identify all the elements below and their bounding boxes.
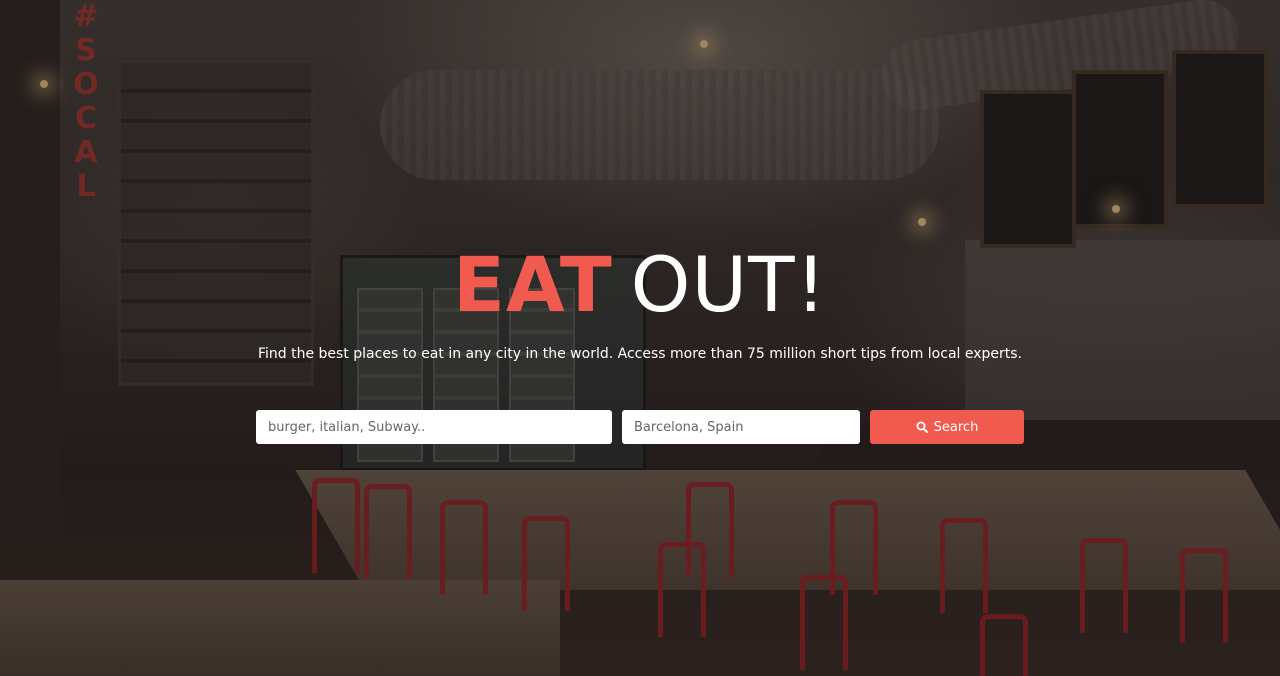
hero-content: EAT OUT! Find the best places to eat in a… (0, 0, 1280, 676)
search-button-label: Search (933, 419, 979, 435)
page-title: EAT OUT! (0, 240, 1280, 330)
search-query-input[interactable] (256, 410, 612, 444)
title-rest: OUT! (630, 240, 828, 329)
hero-section: # S O C A L EAT OUT! Find the best places to e… (0, 0, 1280, 676)
tagline: Find the best places to eat in any city … (257, 346, 1023, 362)
search-icon (916, 421, 928, 433)
location-input[interactable] (622, 410, 860, 444)
title-accent: EAT (452, 240, 613, 329)
search-button[interactable]: Search (870, 410, 1024, 444)
